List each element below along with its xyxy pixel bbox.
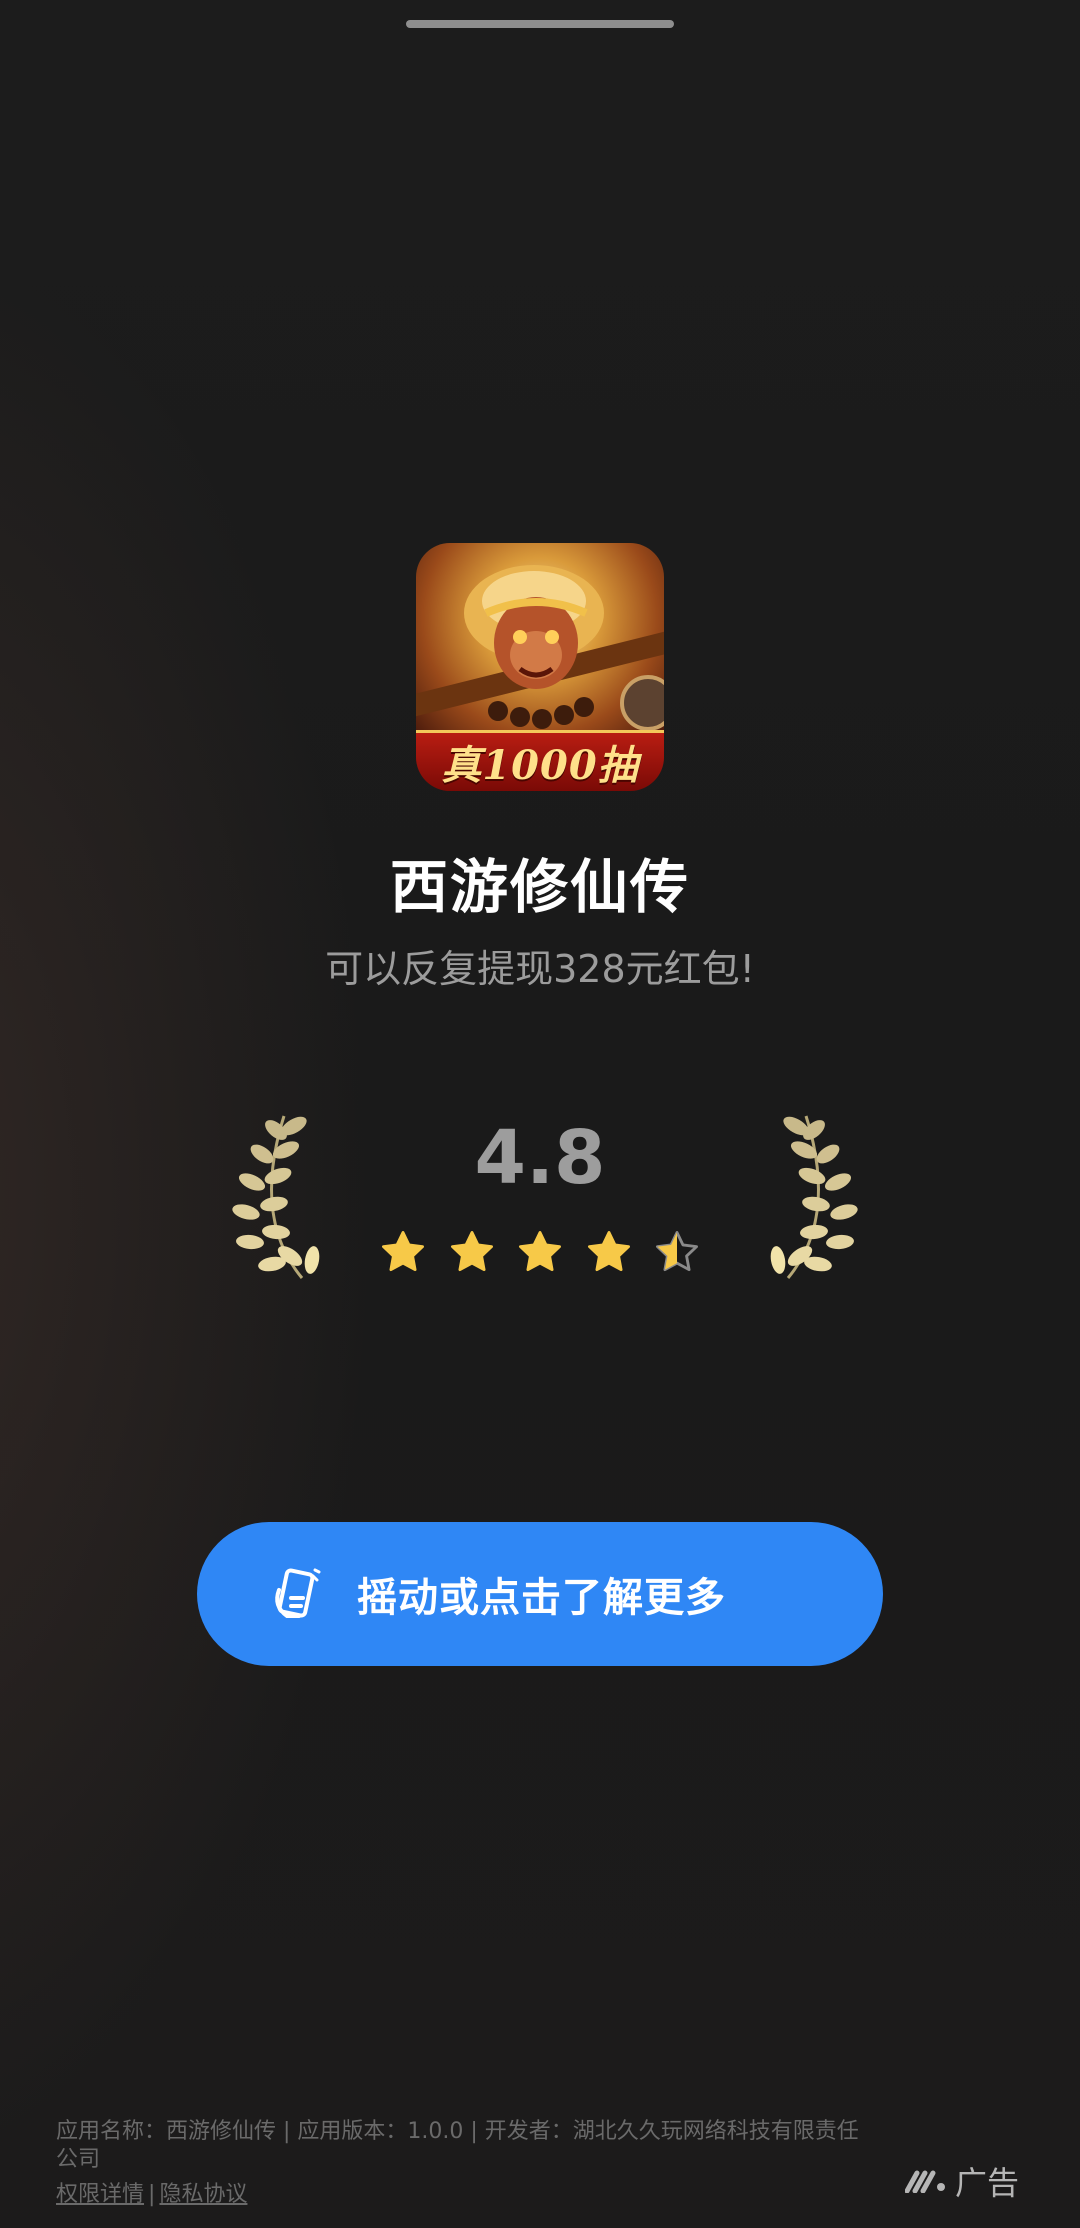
rating-stars xyxy=(380,1227,700,1277)
star-half-icon xyxy=(656,1231,698,1272)
ad-label: 广告 xyxy=(955,2164,1020,2202)
footer-links: 权限详情 | 隐私协议 xyxy=(56,2176,247,2208)
link-separator: | xyxy=(148,2182,156,2207)
ad-badge: 广告 xyxy=(905,2158,1019,2204)
star-full-icon xyxy=(519,1231,561,1272)
app-icon[interactable]: 真1000抽 xyxy=(416,543,664,791)
app-icon-banner: 真1000抽 xyxy=(416,730,664,791)
shake-phone-icon xyxy=(275,1568,321,1618)
privacy-link[interactable]: 隐私协议 xyxy=(159,2182,247,2207)
app-name: 西游修仙传 xyxy=(389,853,690,921)
permissions-link[interactable]: 权限详情 xyxy=(56,2182,144,2207)
ad-network-logo-icon xyxy=(905,2170,945,2193)
learn-more-label: 摇动或点击了解更多 xyxy=(357,1575,726,1621)
app-info-text: 应用名称：西游修仙传 | 应用版本：1.0.0 | 开发者：湖北久久玩网络科技有… xyxy=(56,2119,859,2172)
learn-more-button[interactable]: 摇动或点击了解更多 xyxy=(197,1522,883,1666)
rating-value: 4.8 xyxy=(474,1115,606,1201)
star-full-icon xyxy=(450,1231,493,1272)
sheet-grabber[interactable] xyxy=(406,20,674,28)
star-full-icon xyxy=(382,1231,424,1272)
ad-sheet: 真1000抽 西游修仙传 可以反复提现328元红包! 4.8 摇动或点击了解更多… xyxy=(0,0,1080,2228)
star-full-icon xyxy=(587,1231,630,1272)
app-tagline: 可以反复提现328元红包! xyxy=(325,947,755,991)
